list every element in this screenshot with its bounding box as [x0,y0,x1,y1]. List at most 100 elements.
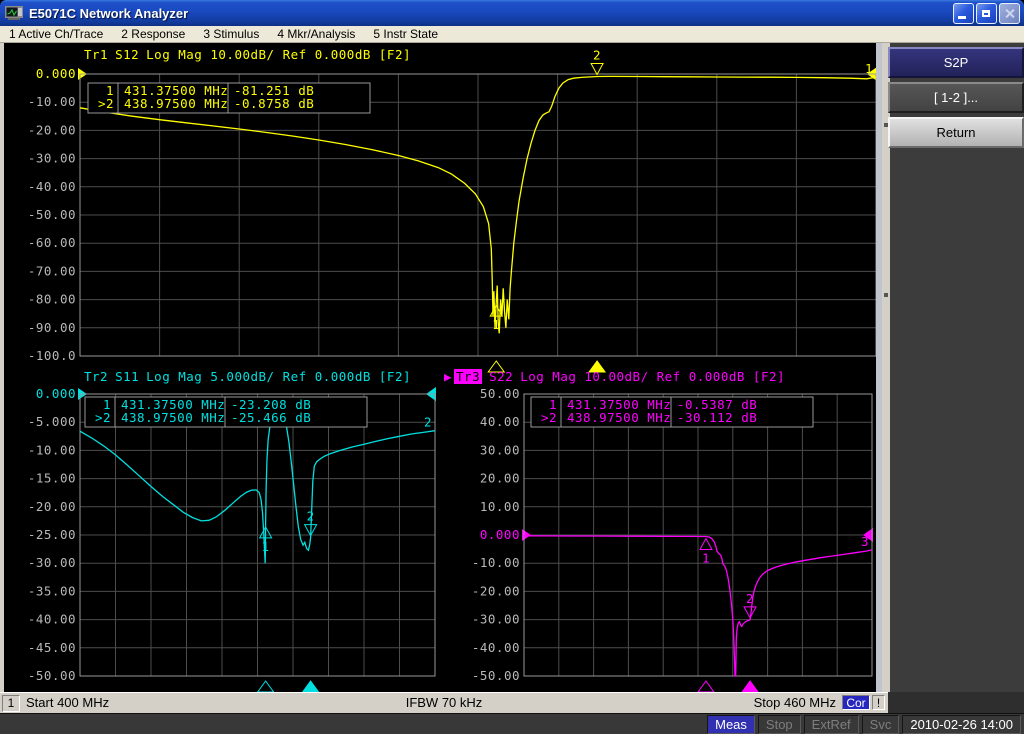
y-tick-label: 10.00 [480,499,520,514]
status-bar-filler [888,692,1024,713]
marker-id-label: 1 [492,317,500,332]
instrument-window: { "window": { "title": "E5071C Network A… [0,0,1024,734]
status-bar: 1 Start 400 MHz IFBW 70 kHz Stop 460 MHz… [0,692,888,713]
trace2-header[interactable]: Tr2 S11 Log Mag 5.000dB/ Ref 0.000dB [F2] [84,369,418,384]
marker-id-label: 2 [593,47,601,62]
chart-tr3: 50.00 40.00 30.00 20.00 10.00 0.000 -10.00 -20.… [472,386,873,692]
chart-tr2: 0.000-5.000-10.00-15.00-20.00-25.00-30.0… [28,386,436,692]
marker-axis-indicator-icon [742,681,758,692]
marker-number: >2 [98,96,114,111]
y-tick-label: -50.00 [28,668,76,683]
sweep-stop-badge: Stop [758,715,801,734]
softkey-button-1-2[interactable]: [ 1-2 ]... [888,82,1024,113]
close-button[interactable] [999,3,1020,24]
y-tick-label: 20.00 [480,471,520,486]
trace1-scale: Log Mag 10.00dB/ Ref 0.000dB [F2] [146,47,411,62]
trace3-header[interactable]: ▶Tr3 S22 Log Mag 10.00dB/ Ref 0.000dB [F2] [444,369,792,384]
stop-frequency-label: Stop 460 MHz [754,695,836,710]
menu-item-response[interactable]: 2 Response [112,27,194,41]
restore-button[interactable] [976,3,997,24]
trace-end-label: 2 [424,415,432,430]
y-tick-label: -100.0 [28,348,76,363]
y-tick-label: 40.00 [480,414,520,429]
trace2-name: Tr2 [84,369,108,384]
marker-axis-indicator-icon [258,681,274,692]
y-tick-label: -60.00 [28,235,76,250]
y-tick-label: -10.00 [472,555,520,570]
y-tick-label: -80.00 [28,292,76,307]
correction-badge: Cor [842,695,870,710]
marker-axis-indicator-icon [303,681,319,692]
alert-badge: ! [872,695,885,710]
y-tick-label: -40.00 [28,612,76,627]
marker-id-label: 1 [262,539,270,554]
trace1-name: Tr1 [84,47,108,62]
menu-bar: 1 Active Ch/Trace 2 Response 3 Stimulus … [0,26,1024,43]
y-tick-label: -20.00 [28,499,76,514]
y-tick-label: 50.00 [480,386,520,401]
trace3-name: Tr3 [454,369,482,384]
softkey-button-return[interactable]: Return [888,117,1024,148]
marker-number: >2 [541,410,557,425]
trace-end-label: 1 [865,61,873,76]
marker-triangle-icon [591,63,603,74]
active-trace-arrow-icon: ▶ [444,369,452,384]
marker-number: >2 [95,410,111,425]
extref-badge: ExtRef [804,715,859,734]
marker-id-label: 2 [746,591,754,606]
menu-item-mkr-analysis[interactable]: 4 Mkr/Analysis [268,27,364,41]
y-tick-label: -20.00 [472,583,520,598]
y-tick-label: -90.00 [28,320,76,335]
title-bar: E5071C Network Analyzer [0,0,1024,26]
menu-item-stimulus[interactable]: 3 Stimulus [194,27,268,41]
y-tick-label: 30.00 [480,442,520,457]
marker-triangle-icon [700,539,712,550]
trace2-scale: Log Mag 5.000dB/ Ref 0.000dB [F2] [146,369,411,384]
trace1-header[interactable]: Tr1S12Log Mag 10.00dB/ Ref 0.000dB [F2] [84,47,418,62]
measurement-charts: 0.000 -10.00 -20.00 -30.00 -40.00 -50.00 -60.0… [0,43,882,692]
y-tick-label: -50.00 [28,207,76,222]
y-tick-label: -10.00 [28,442,76,457]
softkey-sidebar: S2P [ 1-2 ]... Return [882,43,1024,692]
y-tick-label: -30.00 [28,151,76,166]
chart-tr1: 0.000-10.00-20.00-30.00-40.00-50.00-60.0… [28,47,877,372]
marker-id-label: 2 [307,509,315,524]
y-tick-label: -10.00 [28,94,76,109]
minimize-button[interactable] [953,3,974,24]
ref-level-arrow-icon [522,529,531,541]
y-tick-label: -70.00 [28,263,76,278]
marker-frequency: 438.97500 MHz [124,96,228,111]
y-tick-label: -30.00 [28,555,76,570]
channel-indicator: 1 [2,695,20,712]
menu-item-active-ch-trace[interactable]: 1 Active Ch/Trace [0,27,112,41]
y-tick-label: -45.00 [28,640,76,655]
marker-value: -0.8758 dB [234,96,314,111]
trace3-param: S22 [489,369,513,384]
start-frequency-label: Start 400 MHz [26,695,109,710]
svc-badge: Svc [862,715,900,734]
menu-item-instr-state[interactable]: 5 Instr State [364,27,447,41]
marker-id-label: 1 [702,551,710,566]
y-tick-label: 0.000 [480,527,520,542]
trace2-param: S11 [115,369,139,384]
meas-status-badge: Meas [707,715,755,734]
marker-value: -25.466 dB [231,410,311,425]
trace3-scale: Log Mag 10.00dB/ Ref 0.000dB [F2] [520,369,785,384]
restore-icon [982,10,990,17]
y-tick-label: -40.00 [472,640,520,655]
marker-value: -30.112 dB [677,410,757,425]
marker-frequency: 438.97500 MHz [567,410,671,425]
y-tick-label: 0.000 [36,66,76,81]
softkey-menu-title: S2P [888,47,1024,78]
marker-axis-indicator-icon [698,681,714,692]
minimize-icon [958,16,966,19]
y-tick-label: -25.00 [28,527,76,542]
system-bar: Meas Stop ExtRef Svc 2010-02-26 14:00 [0,713,1024,734]
trace-end-label: 3 [861,534,869,549]
ifbw-label: IFBW 70 kHz [406,695,483,710]
y-tick-label: -30.00 [472,612,520,627]
y-tick-label: -50.00 [472,668,520,683]
app-icon [5,5,23,21]
marker-frequency: 438.97500 MHz [121,410,225,425]
y-tick-label: 0.000 [36,386,76,401]
